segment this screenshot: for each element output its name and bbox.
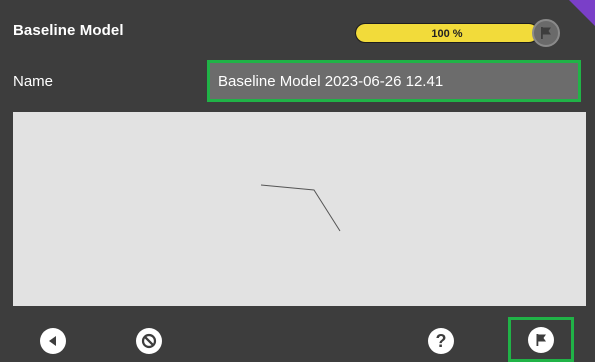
- name-field[interactable]: [207, 60, 581, 102]
- cancel-button[interactable]: [131, 326, 167, 356]
- finish-button[interactable]: [508, 317, 574, 362]
- page-title: Baseline Model: [13, 22, 124, 39]
- help-button[interactable]: ?: [423, 326, 459, 356]
- help-icon: ?: [428, 328, 454, 354]
- model-trace: [260, 184, 341, 232]
- progress-bar: 100 %: [355, 23, 539, 43]
- corner-indicator: [569, 0, 595, 26]
- flag-icon: [528, 326, 554, 353]
- help-glyph: ?: [435, 331, 447, 351]
- back-arrow-icon: [40, 328, 66, 354]
- progress-indicator: 100 %: [355, 19, 569, 47]
- back-button[interactable]: [35, 326, 71, 356]
- name-label: Name: [13, 73, 54, 90]
- cancel-icon: [136, 328, 162, 354]
- progress-label: 100 %: [431, 28, 463, 40]
- progress-flag-icon: [532, 19, 560, 47]
- model-canvas[interactable]: [13, 112, 586, 306]
